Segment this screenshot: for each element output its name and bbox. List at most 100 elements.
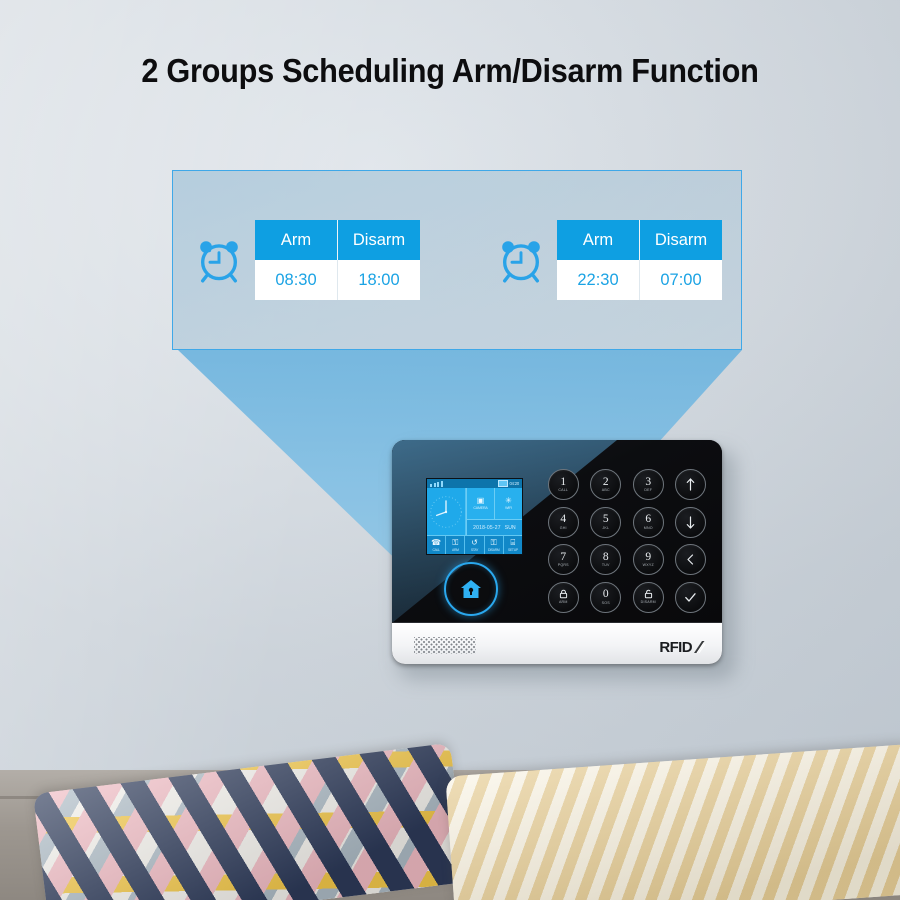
lcd-icon-call: ☎ CALL: [427, 536, 447, 554]
lcd-tile-wifi: ✳ WIFI: [494, 488, 522, 520]
lcd-tile-row: ▣ CAMERA ✳ WIFI: [466, 488, 522, 520]
keypad-key-8[interactable]: 8 TUV: [585, 541, 628, 579]
lcd-icon-caption: ARM: [451, 547, 459, 552]
key-sublabel: DISARM: [640, 600, 656, 605]
device-bottom-bar: RFID: [392, 622, 722, 664]
key-label: 3: [645, 475, 652, 488]
lcd-icon-caption: DISARM: [488, 547, 500, 552]
keypad-key-2[interactable]: 2 ABC: [585, 466, 628, 504]
lock-open-icon: [644, 589, 653, 600]
speaker-grille: [414, 637, 476, 654]
key-label: 2: [602, 475, 609, 488]
keypad-key-4[interactable]: 4 GHI: [542, 504, 585, 542]
keypad-key-9[interactable]: 9 WXYZ: [627, 541, 670, 579]
keypad-key-down[interactable]: [670, 504, 713, 542]
key-label: 5: [602, 513, 609, 526]
key-sublabel: PQRS: [557, 563, 569, 568]
disarm-time-value: 18:00: [337, 260, 420, 300]
key-sublabel: SOS: [601, 600, 610, 605]
keypad-key-7[interactable]: 7 PQRS: [542, 541, 585, 579]
lcd-tile-grid: ▣ CAMERA ✳ WIFI 2018-05-27 SUN: [466, 488, 522, 535]
lock-icon: ⚿: [452, 537, 459, 547]
key-sublabel: TUV: [601, 563, 610, 568]
key-label: 8: [602, 550, 609, 563]
clock-face-icon: [430, 495, 462, 528]
page-title: 2 Groups Scheduling Arm/Disarm Function: [141, 52, 759, 89]
signal-strength-icon: [430, 480, 443, 487]
battery-icon: [498, 480, 509, 487]
schedule-group-1: Arm Disarm 08:30 18:00: [192, 220, 420, 300]
rfid-wave-icon: [694, 641, 706, 654]
lcd-tile-caption: WIFI: [505, 506, 512, 510]
keypad-key-arm[interactable]: ARM: [542, 579, 585, 617]
device-keypad[interactable]: 1 CALL 2 ABC 3 DEF 4 GHI 5 JKL 6 MNO 7 P…: [542, 466, 712, 616]
lcd-date: 2018-05-27: [473, 524, 501, 531]
keypad-key-6[interactable]: 6 MNO: [627, 504, 670, 542]
lcd-icon-caption: STAY: [470, 547, 479, 552]
column-header-disarm: Disarm: [337, 220, 420, 260]
lcd-date-bar: 2018-05-27 SUN: [466, 520, 522, 535]
lcd-time: 04:20: [509, 481, 520, 486]
keypad-key-disarm[interactable]: DISARM: [627, 579, 670, 617]
device-body: 04:20 ▣ CAMERA ✳ WIFI 2018-05-27 SUN ☎ C…: [392, 440, 722, 664]
keypad-key-up[interactable]: [670, 466, 713, 504]
lcd-tile-caption: CAMERA: [473, 506, 488, 510]
alarm-clock-icon: [502, 241, 540, 283]
key-label: 6: [645, 513, 652, 526]
column-header-arm: Arm: [557, 220, 640, 260]
schedule-table-1: Arm Disarm 08:30 18:00: [255, 220, 420, 300]
key-sublabel: MNO: [643, 525, 653, 530]
key-label: 0: [602, 588, 609, 601]
column-header-arm: Arm: [255, 220, 338, 260]
lcd-icon-disarm: ⚿ DISARM: [485, 536, 504, 554]
rfid-label: RFID: [659, 639, 692, 656]
key-sublabel: GHI: [559, 525, 567, 530]
settings-grid-icon: ⌸: [510, 537, 516, 547]
key-sublabel: ARM: [558, 600, 568, 605]
alarm-clock-icon: [200, 241, 238, 283]
back-chevron-icon: [685, 553, 696, 566]
keypad-key-1[interactable]: 1 CALL: [542, 466, 585, 504]
home-arm-button[interactable]: [444, 562, 498, 616]
key-label: 9: [645, 550, 652, 563]
lcd-icon-arm: ⚿ ARM: [446, 536, 466, 554]
table-header-row: Arm Disarm: [255, 220, 420, 260]
home-arm-icon: ↺: [471, 537, 478, 547]
arm-time-value: 08:30: [255, 260, 338, 300]
lcd-tile-camera: ▣ CAMERA: [466, 488, 494, 520]
schedule-panel: Arm Disarm 08:30 18:00 Arm Disarm 22:30 …: [172, 170, 742, 350]
table-row: 22:30 07:00: [557, 260, 722, 300]
alarm-panel-device: 04:20 ▣ CAMERA ✳ WIFI 2018-05-27 SUN ☎ C…: [392, 440, 736, 680]
lock-closed-icon: [559, 589, 568, 600]
key-label: 1: [560, 475, 567, 488]
disarm-time-value: 07:00: [639, 260, 722, 300]
product-scene: 2 Groups Scheduling Arm/Disarm Function …: [0, 0, 900, 900]
lcd-icon-setup: ⌸ SETUP: [504, 536, 522, 554]
keypad-key-0[interactable]: 0 SOS: [585, 579, 628, 617]
key-sublabel: CALL: [558, 488, 569, 493]
table-row: 08:30 18:00: [255, 260, 420, 300]
keypad-key-3[interactable]: 3 DEF: [627, 466, 670, 504]
key-sublabel: ABC: [601, 488, 610, 493]
key-label: 4: [560, 513, 567, 526]
phone-icon: ☎: [431, 537, 442, 547]
lcd-icon-stay: ↺ STAY: [465, 536, 485, 554]
keypad-key-back[interactable]: [670, 541, 713, 579]
lcd-clock-widget: [427, 488, 466, 535]
arrow-down-icon: [685, 516, 696, 529]
lcd-icon-caption: SETUP: [508, 547, 518, 552]
wifi-icon: ✳: [505, 496, 512, 505]
key-sublabel: WXYZ: [642, 563, 654, 568]
lcd-main-area: ▣ CAMERA ✳ WIFI 2018-05-27 SUN: [427, 488, 522, 535]
keypad-key-confirm[interactable]: [670, 579, 713, 617]
keypad-key-5[interactable]: 5 JKL: [585, 504, 628, 542]
lcd-weekday: SUN: [504, 524, 516, 531]
device-lcd-screen: 04:20 ▣ CAMERA ✳ WIFI 2018-05-27 SUN ☎ C…: [426, 478, 523, 555]
lcd-icon-caption: CALL: [432, 547, 440, 552]
arm-time-value: 22:30: [557, 260, 640, 300]
rfid-logo: RFID: [659, 639, 706, 655]
key-sublabel: JKL: [602, 525, 610, 530]
schedule-group-2: Arm Disarm 22:30 07:00: [494, 220, 722, 300]
unlock-icon: ⚿: [490, 537, 497, 547]
key-label: 7: [560, 550, 567, 563]
